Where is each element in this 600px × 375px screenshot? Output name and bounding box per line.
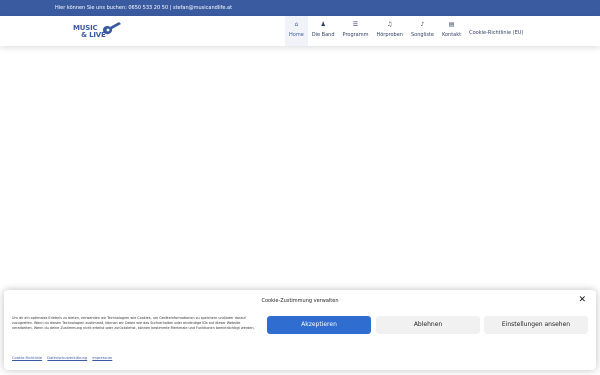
accept-button[interactable]: Akzeptieren: [267, 316, 371, 334]
nav-item-hoerproben[interactable]: ♫ Hörproben: [372, 16, 406, 46]
nav-item-die-band[interactable]: ♟ Die Band: [308, 16, 339, 46]
topbar: Hier können Sie uns buchen: 0650 533 20 …: [0, 0, 600, 16]
close-icon[interactable]: ✕: [578, 296, 586, 305]
guitar-icon: ♪: [420, 21, 425, 28]
cookie-links: Cookie-Richtlinie Datenschutzerklärung I…: [12, 356, 116, 360]
topbar-text: Hier können Sie uns buchen: 0650 533 20 …: [55, 5, 233, 11]
site-logo[interactable]: MUSIC & LIVE: [73, 21, 123, 43]
guitar-logo-icon: [103, 22, 121, 35]
nav-label: Hörproben: [376, 32, 403, 38]
deny-button[interactable]: Ablehnen: [376, 316, 480, 334]
view-settings-button[interactable]: Einstellungen ansehen: [484, 316, 588, 334]
nav-item-programm[interactable]: ☰ Programm: [339, 16, 373, 46]
nav-item-cookie-richtlinie[interactable]: Cookie-Richtlinie (EU): [465, 16, 527, 46]
nav-item-home[interactable]: ⌂ Home: [285, 16, 308, 46]
nav-item-kontakt[interactable]: ▤ Kontakt: [438, 16, 465, 46]
headphones-icon: ♫: [387, 21, 393, 28]
nav-label: Programm: [342, 32, 369, 38]
address-book-icon: ▤: [448, 21, 455, 28]
cookie-title: Cookie-Zustimmung verwalten: [261, 298, 339, 304]
cookie-description: Um dir ein optimales Erlebnis zu bieten,…: [12, 316, 255, 330]
privacy-policy-link[interactable]: Datenschutzerklärung: [47, 356, 87, 360]
imprint-link[interactable]: Impressum: [92, 356, 112, 360]
nav-label: Home: [289, 32, 304, 38]
nav-item-songliste[interactable]: ♪ Songliste: [407, 16, 438, 46]
list-icon: ☰: [352, 21, 359, 28]
nav-label: Kontakt: [441, 32, 462, 38]
cookie-policy-link[interactable]: Cookie-Richtlinie: [12, 356, 42, 360]
nav-label: Songliste: [410, 32, 434, 38]
site-header: MUSIC & LIVE ⌂ Home ♟ Die Band ☰ Program…: [0, 16, 600, 46]
nav-label: Die Band: [311, 32, 335, 38]
cookie-consent-banner: Cookie-Zustimmung verwalten ✕ Um dir ein…: [4, 290, 596, 370]
nav-label: Cookie-Richtlinie (EU): [469, 30, 524, 36]
home-icon: ⌂: [294, 21, 299, 28]
main-nav: ⌂ Home ♟ Die Band ☰ Programm ♫ Hörproben…: [285, 16, 527, 46]
users-icon: ♟: [320, 21, 326, 28]
